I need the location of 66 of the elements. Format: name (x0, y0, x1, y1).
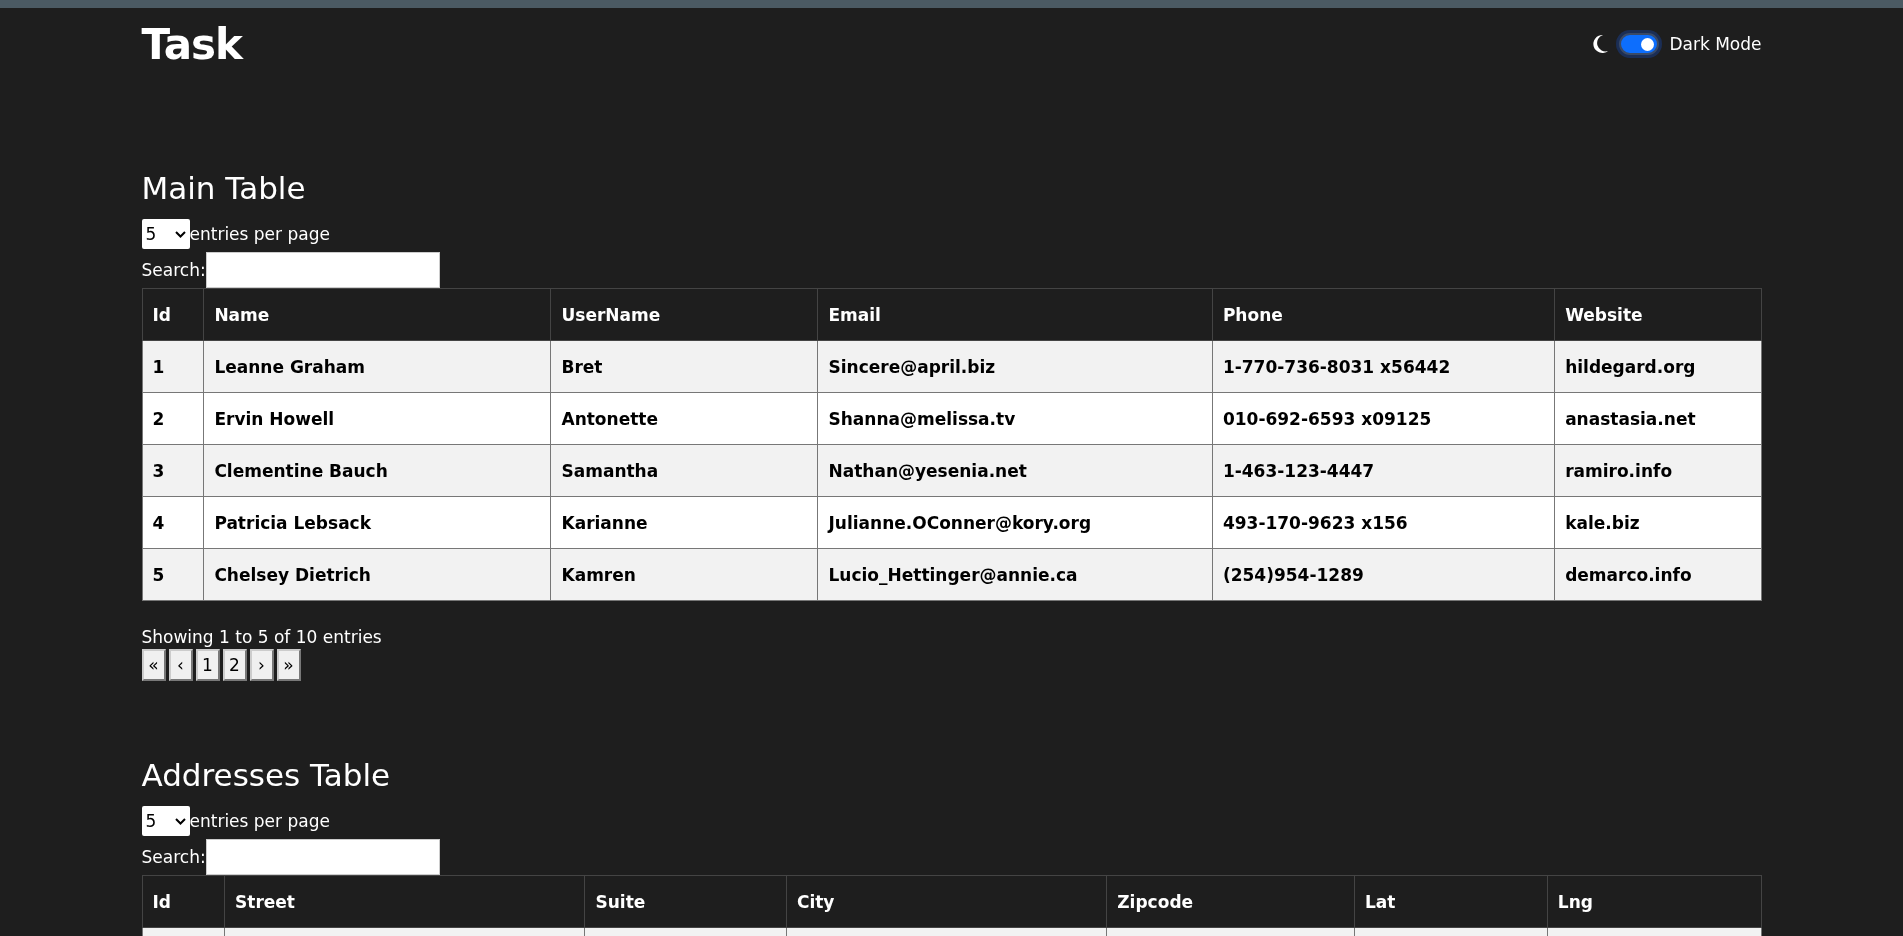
table-cell: (254)954-1289 (1212, 548, 1555, 601)
chevron-icon (174, 817, 186, 825)
column-header[interactable]: City (786, 875, 1107, 928)
entries-info: Showing 1 to 5 of 10 entries (141, 627, 383, 647)
search-label: Search: (141, 847, 206, 867)
page-size-label: entries per page (189, 224, 330, 244)
table-cell: 1-463-123-4447 (1212, 444, 1555, 497)
table-cell: anastasia.net (1554, 392, 1761, 445)
table-cell: Julianne.OConner@kory.org (818, 496, 1213, 549)
dark-mode-toggle[interactable] (1619, 33, 1660, 55)
page-size-select[interactable]: 5 (141, 806, 190, 836)
search-label: Search: (141, 260, 206, 280)
table-cell: Karianne (551, 496, 818, 549)
table-cell: Patricia Lebsack (203, 496, 551, 549)
table-cell: Leanne Graham (203, 340, 551, 393)
column-header[interactable]: Zipcode (1106, 875, 1355, 928)
table-cell: hildegard.org (1554, 340, 1761, 393)
table-cell: Bret (551, 340, 818, 393)
table-cell: Clementine Bauch (203, 444, 551, 497)
page-button[interactable]: 1 (195, 649, 220, 681)
column-header[interactable]: Phone (1212, 288, 1555, 341)
page-size-select[interactable]: 5 (141, 219, 190, 249)
table-cell: 3 (142, 444, 204, 497)
table-cell: Sincere@april.biz (818, 340, 1213, 393)
column-header[interactable]: Id (142, 288, 204, 341)
table-cell: Lucio_Hettinger@annie.ca (818, 548, 1213, 601)
page-button[interactable]: » (276, 649, 301, 681)
table-cell: demarco.info (1554, 548, 1761, 601)
column-header[interactable]: Website (1554, 288, 1761, 341)
column-header[interactable]: Suite (584, 875, 787, 928)
column-header[interactable]: Lat (1354, 875, 1548, 928)
table-heading: Addresses Table (141, 757, 392, 793)
moon-icon (1591, 34, 1610, 54)
page-button[interactable]: › (249, 649, 274, 681)
page-size-label: entries per page (189, 811, 330, 831)
table-cell: Antonette (551, 392, 818, 445)
column-header[interactable]: Email (818, 288, 1213, 341)
column-header[interactable]: UserName (551, 288, 818, 341)
table-heading: Main Table (141, 170, 307, 206)
table-cell: Ervin Howell (203, 392, 551, 445)
table-cell: 1-770-736-8031 x56442 (1212, 340, 1555, 393)
page-button[interactable]: ‹ (168, 649, 193, 681)
table-cell: 4 (142, 496, 204, 549)
table-cell: 1 (142, 340, 204, 393)
column-header[interactable]: Name (203, 288, 551, 341)
table-cell: Kamren (551, 548, 818, 601)
table-cell: Chelsey Dietrich (203, 548, 551, 601)
table-cell: 010-692-6593 x09125 (1212, 392, 1555, 445)
table-cell: ramiro.info (1554, 444, 1761, 497)
table-cell: Samantha (551, 444, 818, 497)
table-cell: Nathan@yesenia.net (818, 444, 1213, 497)
chevron-icon (174, 230, 186, 238)
page-title: Task (141, 19, 242, 69)
page-button[interactable]: 2 (222, 649, 247, 681)
table-cell: kale.biz (1554, 496, 1761, 549)
table-cell: 493-170-9623 x156 (1212, 496, 1555, 549)
search-field[interactable] (205, 839, 440, 875)
table-cell: Shanna@melissa.tv (818, 392, 1213, 445)
search-field[interactable] (205, 252, 440, 288)
column-header[interactable]: Id (142, 875, 225, 928)
table-cell: 5 (142, 548, 204, 601)
toggle-label: Dark Mode (1669, 34, 1762, 54)
page-button[interactable]: « (141, 649, 166, 681)
column-header[interactable]: Lng (1547, 875, 1761, 928)
table-cell: 2 (142, 392, 204, 445)
column-header[interactable]: Street (224, 875, 585, 928)
